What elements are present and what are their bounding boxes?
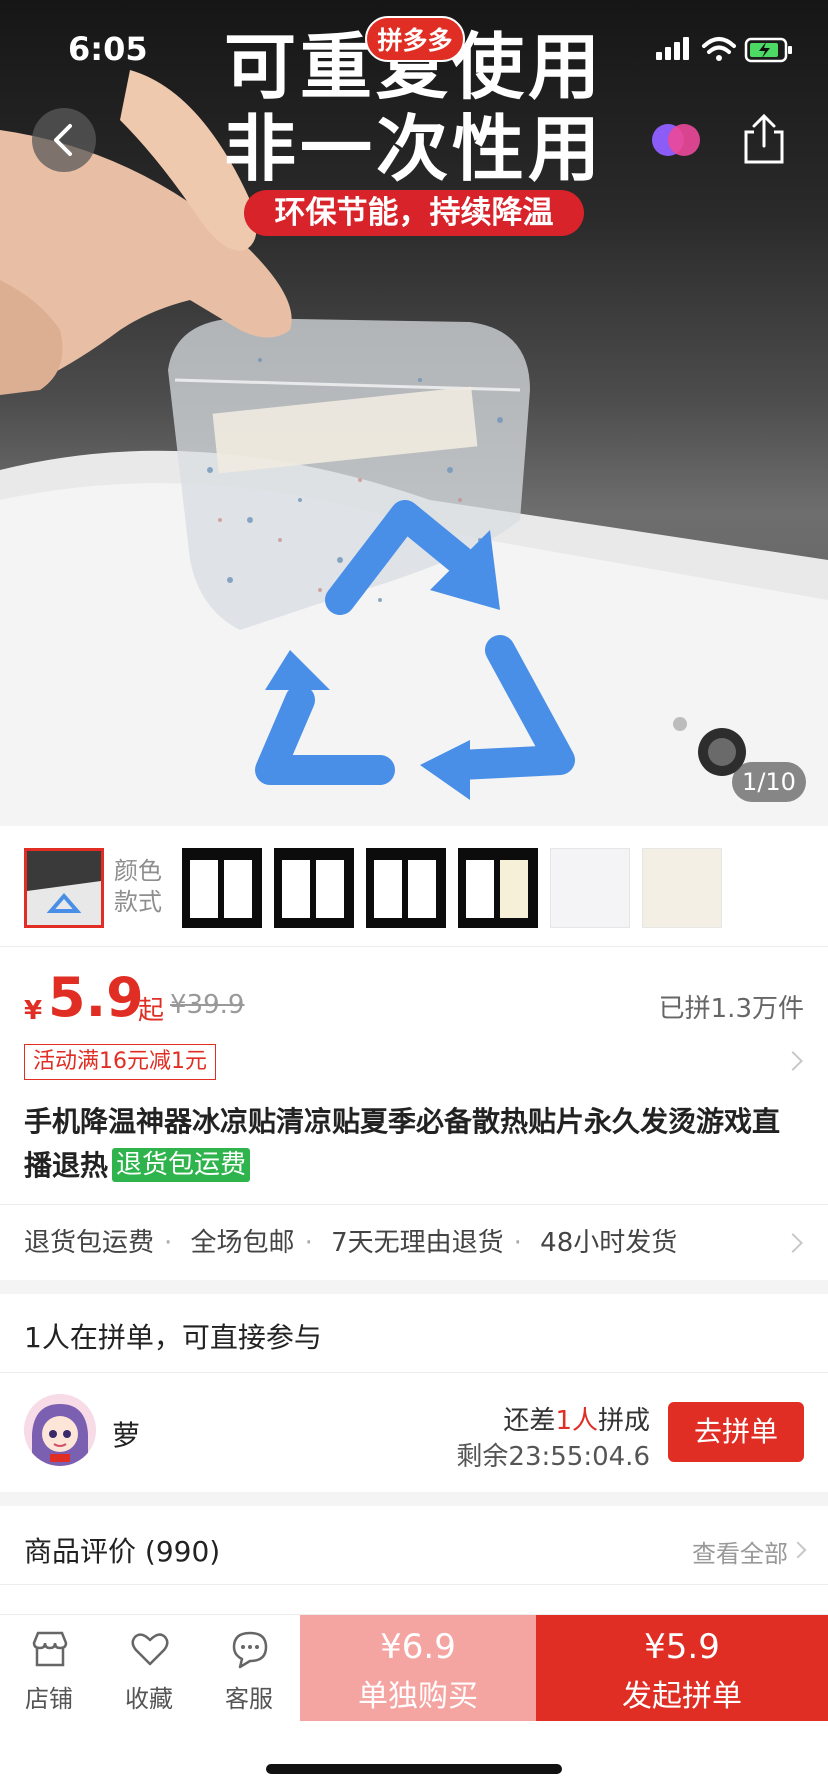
status-icons xyxy=(656,37,792,63)
spec-thumb-5[interactable] xyxy=(458,848,538,928)
heart-icon xyxy=(131,1633,169,1666)
group-countdown: 剩余23:55:04.6 xyxy=(456,1442,650,1472)
chevron-right-icon[interactable] xyxy=(789,1541,807,1559)
group-heading: 1人在拼单，可直接参与 xyxy=(24,1321,322,1354)
price-currency: ¥ xyxy=(24,996,43,1026)
price-suffix: 起 xyxy=(138,996,165,1026)
avatar xyxy=(24,1394,96,1466)
reviews-heading: 商品评价 (990) xyxy=(24,1535,221,1568)
hero-ribbon: 环保节能，持续降温 xyxy=(244,190,584,236)
favorite-button-icon[interactable] xyxy=(650,120,702,160)
tab-customer-service[interactable]: 客服 xyxy=(204,1615,294,1721)
group-need: 还差1人拼成 xyxy=(503,1406,650,1436)
join-group-button[interactable]: 去拼单 xyxy=(668,1402,804,1462)
spec-thumb-4[interactable] xyxy=(366,848,446,928)
spec-thumb-3[interactable] xyxy=(274,848,354,928)
wifi-icon xyxy=(702,37,736,54)
view-all-reviews-link[interactable]: 查看全部 xyxy=(692,1534,788,1569)
spec-thumbnails: 颜色 款式 xyxy=(0,826,828,946)
chat-icon xyxy=(232,1631,268,1669)
avatar-image xyxy=(24,1394,96,1466)
start-group-buy-button[interactable]: ¥5.9 发起拼单 xyxy=(536,1615,828,1721)
status-time: 6:05 xyxy=(68,30,148,68)
spec-thumb-7[interactable] xyxy=(642,848,722,928)
price-row: ¥ 5.9 起 ¥39.9 已拼1.3万件 xyxy=(24,966,804,1036)
chevron-right-icon[interactable] xyxy=(783,1051,803,1071)
product-title: 手机降温神器冰凉贴清凉贴夏季必备散热贴片永久发烫游戏直播退热 退货包运费 xyxy=(24,1105,781,1182)
pinduoduo-logo: 拼多多 xyxy=(365,16,465,62)
tab-favorite[interactable]: 收藏 xyxy=(104,1615,194,1721)
price-original: ¥39.9 xyxy=(170,990,245,1020)
section-gap xyxy=(0,1492,828,1506)
thumb-image xyxy=(27,851,101,925)
spec-thumb-1[interactable] xyxy=(24,848,104,928)
section-gap xyxy=(0,1280,828,1294)
chevron-left-icon xyxy=(54,124,72,156)
service-item: 48小时发货 xyxy=(540,1228,678,1258)
free-return-tag: 退货包运费 xyxy=(112,1148,251,1182)
spec-label: 颜色 款式 xyxy=(114,857,162,916)
home-indicator xyxy=(266,1764,562,1774)
product-image-carousel[interactable]: 可重复使用 非一次性用 环保节能，持续降温 拼多多 6:05 1/10 xyxy=(0,0,828,826)
hero-headline-2: 非一次性用 xyxy=(223,107,604,191)
group-user-name: 萝 xyxy=(112,1419,141,1452)
service-item: 退货包运费 xyxy=(24,1228,155,1258)
buy-alone-button[interactable]: ¥6.9 单独购买 xyxy=(300,1615,536,1721)
image-counter: 1/10 xyxy=(732,762,806,802)
service-guarantees[interactable]: 退货包运费 · 全场包邮 · 7天无理由退货 · 48小时发货 xyxy=(24,1222,677,1259)
bottom-action-bar: 店铺 收藏 客服 ¥6.9 单独购买 ¥5.9 发起拼单 xyxy=(0,1614,828,1721)
promo-badge[interactable]: 活动满16元减1元 xyxy=(24,1044,216,1080)
service-item: 全场包邮 xyxy=(190,1228,295,1258)
tab-store[interactable]: 店铺 xyxy=(4,1615,94,1721)
divider xyxy=(0,1372,828,1373)
spec-thumb-6[interactable] xyxy=(550,848,630,928)
store-icon xyxy=(32,1631,68,1667)
chevron-right-icon[interactable] xyxy=(783,1233,803,1253)
divider xyxy=(0,1204,828,1205)
price-current: 5.9 xyxy=(48,966,144,1029)
divider xyxy=(0,1584,828,1585)
service-item: 7天无理由退货 xyxy=(331,1228,504,1258)
sold-count: 已拼1.3万件 xyxy=(658,994,804,1024)
signal-icon xyxy=(656,37,689,60)
battery-icon xyxy=(744,37,792,63)
divider xyxy=(0,946,828,947)
share-icon[interactable] xyxy=(740,112,788,166)
spec-thumb-2[interactable] xyxy=(182,848,262,928)
back-button[interactable] xyxy=(32,108,96,172)
